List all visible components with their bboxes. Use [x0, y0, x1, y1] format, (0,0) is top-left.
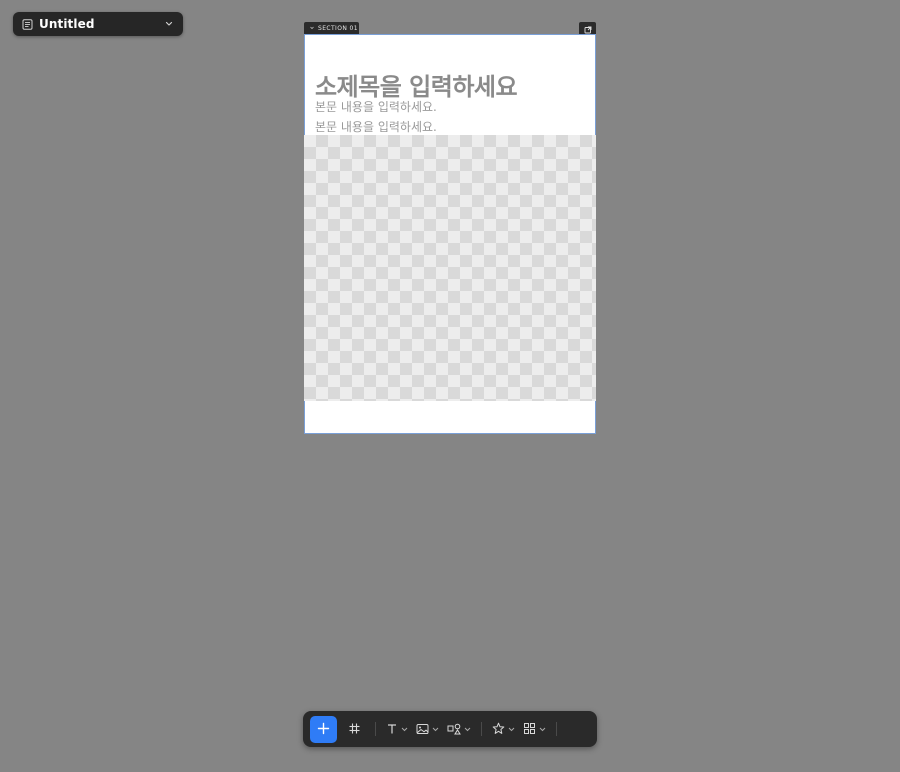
document-title-menu[interactable]: Untitled [13, 12, 183, 36]
chevron-down-icon [309, 25, 315, 31]
image-placeholder[interactable] [304, 135, 596, 401]
section-body-text[interactable]: 본문 내용을 입력하세요. [315, 118, 437, 135]
bottom-toolbar [303, 711, 597, 747]
section-subtitle[interactable]: 소제목을 입력하세요 [315, 67, 518, 102]
section-label: SECTION 01 [318, 24, 358, 32]
chevron-down-icon [432, 727, 439, 732]
star-icon [492, 720, 505, 739]
hash-icon [348, 720, 361, 739]
components-button[interactable] [519, 716, 550, 743]
chevron-down-icon [508, 727, 515, 732]
section-action-button[interactable] [579, 22, 596, 34]
section-body-text[interactable]: 본문 내용을 입력하세요. [315, 98, 437, 115]
chevron-down-icon [539, 727, 546, 732]
shapes-tool-button[interactable] [443, 716, 475, 743]
toolbar-divider [556, 722, 557, 736]
text-icon [386, 720, 398, 739]
toolbar-divider [481, 722, 482, 736]
favorites-button[interactable] [488, 716, 519, 743]
chevron-down-icon [464, 727, 471, 732]
shapes-icon [447, 720, 461, 739]
grid-icon [523, 720, 536, 739]
section-frame[interactable]: 소제목을 입력하세요 본문 내용을 입력하세요. 본문 내용을 입력하세요. [304, 34, 596, 434]
chevron-down-icon [401, 727, 408, 732]
frame-tool-button[interactable] [339, 716, 369, 743]
section-label-tab[interactable]: SECTION 01 [304, 22, 359, 34]
plus-icon [317, 720, 330, 739]
document-title: Untitled [39, 17, 95, 31]
add-button[interactable] [310, 715, 337, 743]
image-icon [416, 720, 429, 739]
document-icon [22, 18, 33, 30]
image-tool-button[interactable] [412, 716, 443, 743]
toolbar-divider [375, 722, 376, 736]
text-tool-button[interactable] [382, 716, 412, 743]
chevron-down-icon [164, 19, 174, 29]
